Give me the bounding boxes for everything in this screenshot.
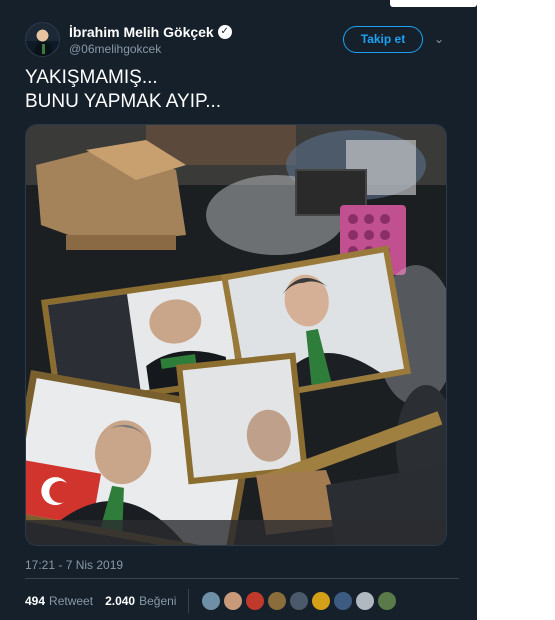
liker-avatar-5[interactable] (289, 591, 310, 611)
tweet-stats: 494 Retweet 2.040 Beğeni (25, 589, 399, 613)
tweet-text-line-2: BUNU YAPMAK AYIP... (25, 91, 222, 112)
liker-avatar-7[interactable] (333, 591, 354, 611)
photo-framed-portraits-in-trash (26, 125, 446, 545)
author-avatar[interactable] (25, 22, 60, 57)
tweet-card: İbrahim Melih Gökçek ✓ @06melihgokcek Ta… (0, 0, 477, 620)
author-display-name[interactable]: İbrahim Melih Gökçek (69, 24, 214, 40)
liker-avatar-1[interactable] (201, 591, 222, 611)
retweet-count: 494 (25, 594, 46, 608)
liker-avatars (201, 591, 399, 611)
stats-separator (188, 589, 190, 613)
window-edge (390, 0, 477, 7)
liker-avatar-9[interactable] (377, 591, 398, 611)
like-count: 2.040 (105, 594, 136, 608)
tweet-photo[interactable] (25, 124, 447, 546)
author-name-row[interactable]: İbrahim Melih Gökçek ✓ (69, 24, 232, 40)
tweet-timestamp[interactable]: 17:21 - 7 Nis 2019 (25, 558, 123, 572)
liker-avatar-4[interactable] (267, 591, 288, 611)
liker-avatar-8[interactable] (355, 591, 376, 611)
like-label: Beğeni (139, 594, 177, 608)
verified-check-icon: ✓ (217, 25, 232, 39)
author-handle[interactable]: @06melihgokcek (69, 42, 161, 56)
divider (25, 578, 459, 579)
retweet-label: Retweet (49, 594, 94, 608)
liker-avatar-2[interactable] (223, 591, 244, 611)
tweet-text-line-1: YAKIŞMAMIŞ... (25, 67, 158, 88)
like-stat[interactable]: 2.040 Beğeni (105, 594, 176, 608)
tweet-header: İbrahim Melih Gökçek ✓ @06melihgokcek Ta… (25, 20, 459, 60)
chevron-down-icon[interactable]: ⌄ (434, 32, 448, 46)
retweet-stat[interactable]: 494 Retweet (25, 594, 93, 608)
liker-avatar-3[interactable] (245, 591, 266, 611)
follow-button[interactable]: Takip et (343, 26, 423, 53)
tweet-text: YAKIŞMAMIŞ... BUNU YAPMAK AYIP... (25, 66, 445, 114)
liker-avatar-6[interactable] (311, 591, 332, 611)
